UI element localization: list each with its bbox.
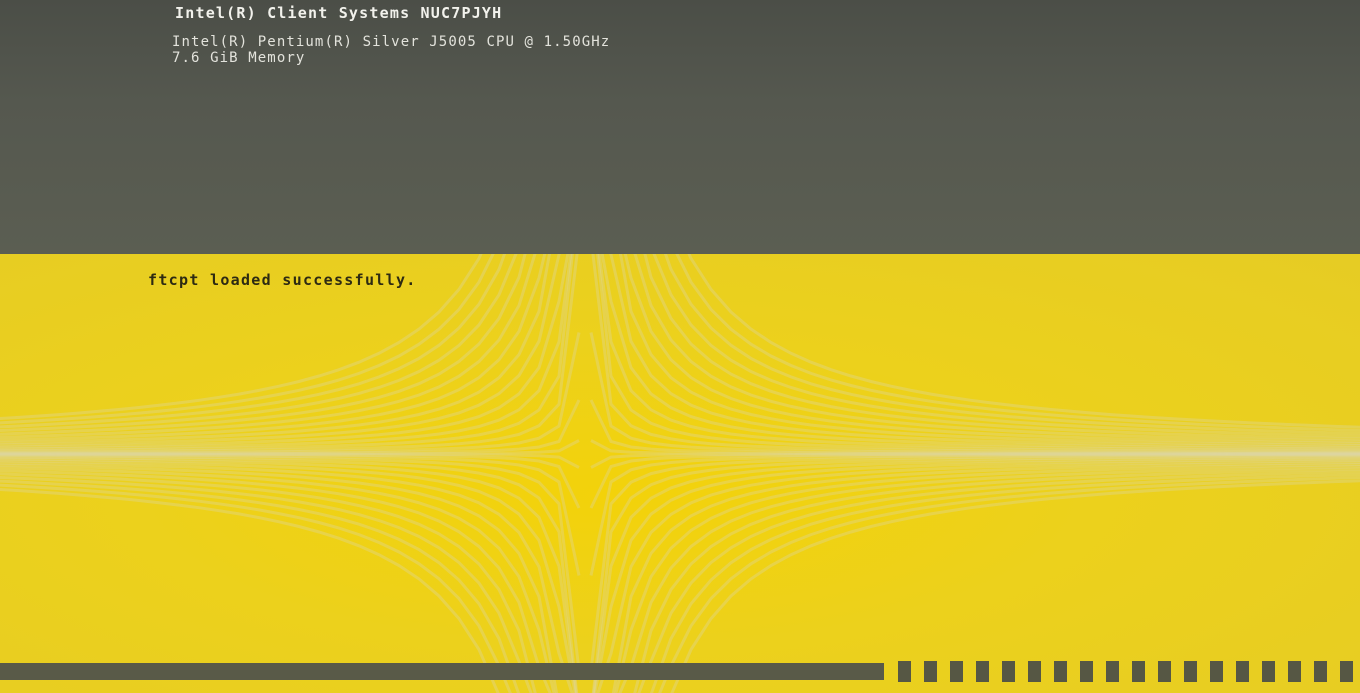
progress-segment [1002,661,1015,682]
progress-segment [1080,661,1093,682]
progress-bar-fill [0,663,884,680]
progress-segment [1314,661,1327,682]
progress-segment [1158,661,1171,682]
boot-status-panel: ftcpt loaded successfully. [0,254,1360,693]
progress-segment [898,661,911,682]
moire-background [0,254,1360,693]
memory-info: 7.6 GiB Memory [172,50,306,66]
progress-segment [1210,661,1223,682]
progress-segment [1106,661,1119,682]
progress-segment [924,661,937,682]
progress-segment [976,661,989,682]
progress-bar-segments [898,661,1353,682]
moire-curve [591,455,1360,693]
progress-segment [1054,661,1067,682]
status-message: ftcpt loaded successfully. [148,271,417,289]
progress-segment [1340,661,1353,682]
progress-segment [1184,661,1197,682]
moire-curve [592,456,1360,693]
system-title: Intel(R) Client Systems NUC7PJYH [175,4,503,22]
progress-segment [1028,661,1041,682]
cpu-info: Intel(R) Pentium(R) Silver J5005 CPU @ 1… [172,34,611,50]
progress-segment [1236,661,1249,682]
progress-segment [1132,661,1145,682]
progress-bar [0,660,1360,684]
progress-segment [950,661,963,682]
progress-segment [1288,661,1301,682]
progress-segment [1262,661,1275,682]
system-info-panel: Intel(R) Client Systems NUC7PJYH Intel(R… [0,0,1360,254]
